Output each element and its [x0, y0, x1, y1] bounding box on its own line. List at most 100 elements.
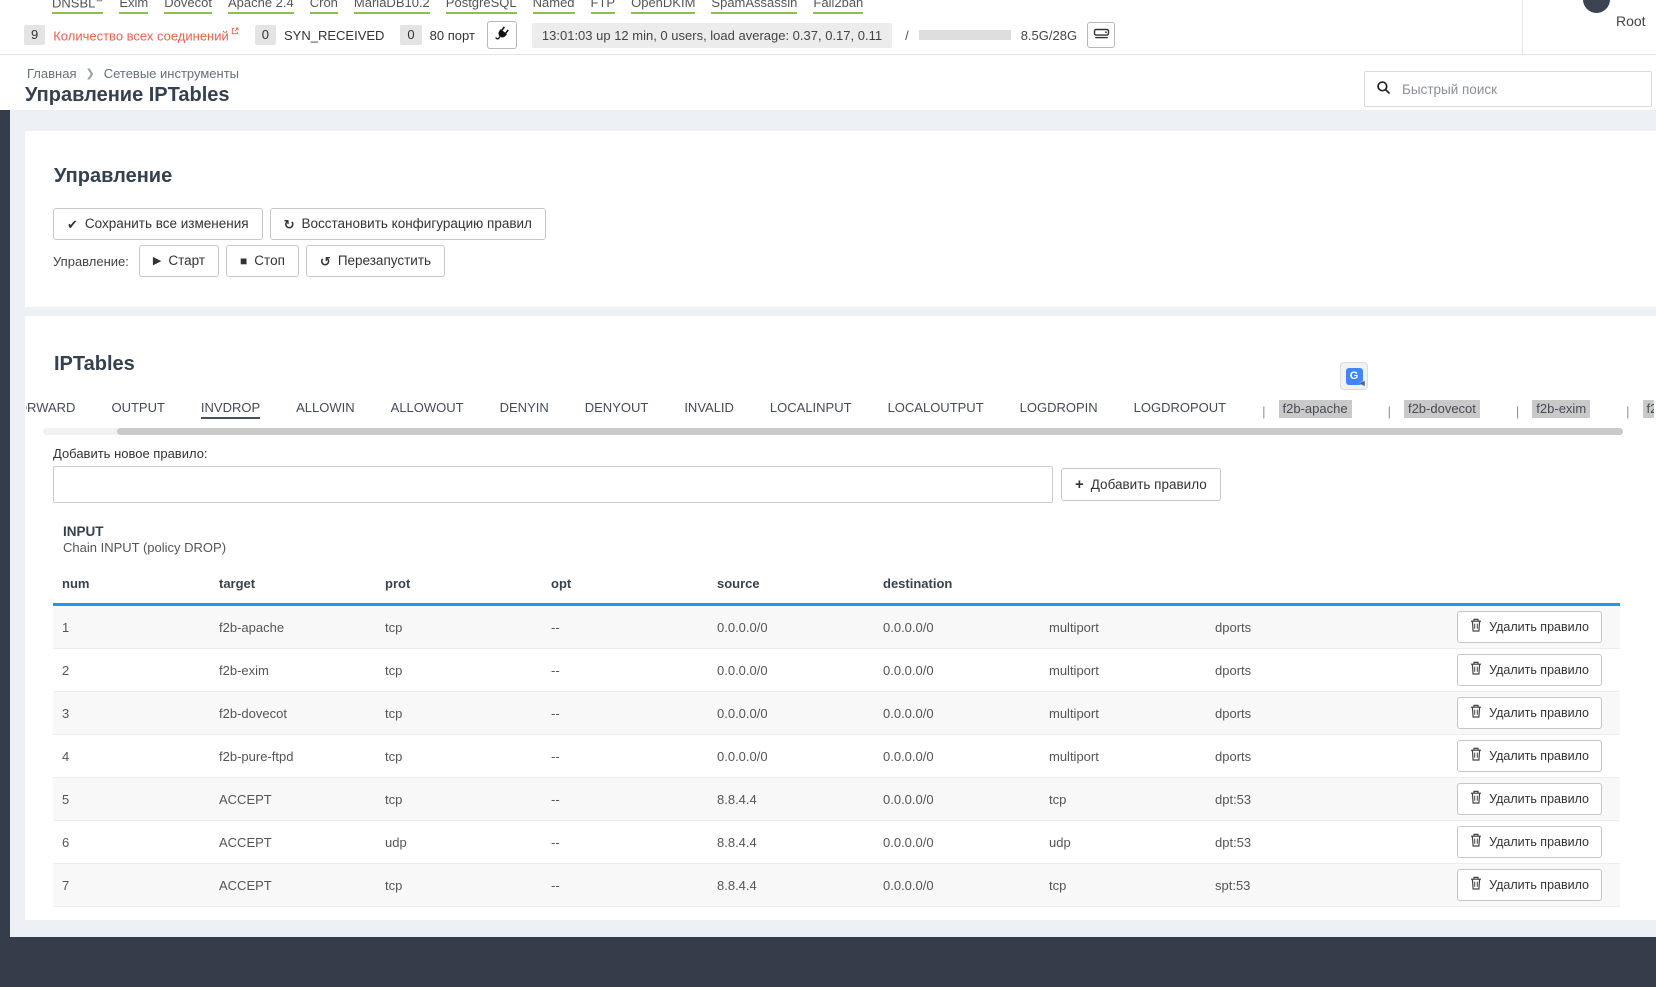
- tab-allowin[interactable]: ALLOWIN: [296, 400, 355, 419]
- service-link-dovecot[interactable]: Dovecot: [164, 0, 212, 14]
- tab-f2b-dovecot[interactable]: f2b-dovecot: [1404, 400, 1480, 418]
- cell-destination: 0.0.0.0/0: [883, 749, 1049, 764]
- add-rule-input[interactable]: [53, 466, 1053, 503]
- cell-prot: tcp: [385, 706, 551, 721]
- user-name[interactable]: Root: [1616, 13, 1646, 29]
- cell-destination: 0.0.0.0/0: [883, 706, 1049, 721]
- collapsed-sidebar[interactable]: [0, 110, 10, 987]
- table-row: 5 ACCEPT tcp -- 8.8.4.4 0.0.0.0/0 tcp dp…: [53, 778, 1620, 821]
- delete-rule-button[interactable]: Удалить правило: [1457, 654, 1602, 686]
- service-link-exim[interactable]: Exim: [119, 0, 148, 14]
- restart-button[interactable]: ↺ Перезапустить: [306, 245, 445, 277]
- service-link-named[interactable]: Named: [533, 0, 575, 14]
- cell-target: ACCEPT: [219, 792, 385, 807]
- cell-action: Удалить правило: [1457, 611, 1620, 643]
- service-link-mariadb10-2[interactable]: MariaDB10.2: [354, 0, 430, 14]
- header-divider: [1522, 0, 1523, 55]
- check-icon: ✔: [67, 218, 78, 231]
- column-header-opt: opt: [551, 576, 717, 591]
- management-heading: Управление: [54, 165, 172, 188]
- breadcrumb-home[interactable]: Главная: [27, 66, 76, 81]
- cell-prot: tcp: [385, 878, 551, 893]
- cell-target: f2b-pure-ftpd: [219, 749, 385, 764]
- cell-extra1: multiport: [1049, 706, 1215, 721]
- external-link-icon: [96, 0, 103, 4]
- service-link-apache-2-4[interactable]: Apache 2.4: [228, 0, 294, 14]
- cell-num: 3: [53, 706, 219, 721]
- tab-denyout[interactable]: DENYOUT: [585, 400, 649, 419]
- start-button[interactable]: ▶ Старт: [139, 245, 219, 277]
- services-row: DNSBL Exim Dovecot Apache 2.4 Cron Maria…: [52, 0, 863, 14]
- service-link-spamassassin[interactable]: SpamAssassin: [711, 0, 797, 14]
- delete-rule-button[interactable]: Удалить правило: [1457, 826, 1602, 858]
- chain-name: INPUT: [63, 524, 104, 539]
- save-all-button[interactable]: ✔ Сохранить все изменения: [53, 208, 263, 240]
- add-rule-button[interactable]: + Добавить правило: [1061, 468, 1221, 501]
- chain-description: Chain INPUT (policy DROP): [63, 540, 226, 555]
- cell-opt: --: [551, 835, 717, 850]
- tab-separator: |: [1516, 404, 1519, 419]
- tab-denyin[interactable]: DENYIN: [500, 400, 549, 419]
- delete-rule-button[interactable]: Удалить правило: [1457, 611, 1602, 643]
- control-label: Управление:: [53, 254, 129, 269]
- add-rule-label: Добавить новое правило:: [53, 446, 208, 461]
- cell-prot: udp: [385, 835, 551, 850]
- tab-logdropin[interactable]: LOGDROPIN: [1020, 400, 1098, 419]
- breadcrumb-section[interactable]: Сетевые инструменты: [104, 66, 239, 81]
- delete-rule-button[interactable]: Удалить правило: [1457, 783, 1602, 815]
- tabwrap-allowin: ALLOWIN: [296, 400, 355, 419]
- tabwrap-allowout: ALLOWOUT: [391, 400, 464, 419]
- iptables-heading: IPTables: [54, 353, 135, 376]
- cell-prot: tcp: [385, 792, 551, 807]
- cell-source: 0.0.0.0/0: [717, 620, 883, 635]
- user-avatar[interactable]: [1583, 0, 1610, 13]
- tab-f2b-exim[interactable]: f2b-exim: [1532, 400, 1590, 418]
- restore-config-button[interactable]: ↻ Восстановить конфигурацию правил: [270, 208, 546, 240]
- page-title: Управление IPTables: [25, 84, 230, 107]
- delete-rule-button[interactable]: Удалить правило: [1457, 740, 1602, 772]
- cell-source: 0.0.0.0/0: [717, 749, 883, 764]
- stop-button[interactable]: ■ Стоп: [226, 245, 299, 277]
- tabs-horizontal-scrollbar[interactable]: [43, 428, 1623, 435]
- tabwrap-localinput: LOCALINPUT: [770, 400, 852, 419]
- service-link-opendkim[interactable]: OpenDKIM: [631, 0, 695, 14]
- tab-separator: |: [1626, 404, 1629, 419]
- breadcrumb: Главная ❯ Сетевые инструменты: [27, 66, 239, 81]
- cell-extra2: dports: [1215, 749, 1381, 764]
- tab-forward[interactable]: FORWARD: [26, 400, 75, 419]
- connections-link[interactable]: Количество всех соединений: [53, 26, 239, 43]
- top-header: DNSBL Exim Dovecot Apache 2.4 Cron Maria…: [0, 0, 1656, 55]
- translate-button[interactable]: G◄: [1340, 362, 1368, 390]
- tab-f2b-pure-ftpd[interactable]: f2b-pure-ftpd: [1643, 400, 1654, 418]
- tabwrap-output: OUTPUT: [111, 400, 164, 419]
- disk-usage-button[interactable]: [1087, 22, 1115, 48]
- service-link-dnsbl[interactable]: DNSBL: [52, 0, 103, 14]
- connections-plug-button[interactable]: [487, 21, 517, 49]
- tab-output[interactable]: OUTPUT: [111, 400, 164, 419]
- cell-action: Удалить правило: [1457, 869, 1620, 901]
- delete-rule-button[interactable]: Удалить правило: [1457, 869, 1602, 901]
- cell-action: Удалить правило: [1457, 826, 1620, 858]
- service-link-postgresql[interactable]: PostgreSQL: [446, 0, 517, 14]
- tab-localinput[interactable]: LOCALINPUT: [770, 400, 852, 419]
- tab-allowout[interactable]: ALLOWOUT: [391, 400, 464, 419]
- trash-icon: [1470, 704, 1482, 722]
- scrollbar-thumb[interactable]: [117, 428, 1623, 435]
- column-header-destination: destination: [883, 576, 1049, 591]
- cell-extra2: dports: [1215, 663, 1381, 678]
- service-link-fail2ban[interactable]: Fail2ban: [813, 0, 863, 14]
- iptables-card: IPTables G◄ FORWARD OUTPUT INVDROP ALLOWIN A…: [25, 316, 1656, 920]
- cell-opt: --: [551, 792, 717, 807]
- tab-invdrop[interactable]: INVDROP: [201, 400, 260, 419]
- tab-invalid[interactable]: INVALID: [684, 400, 734, 419]
- cell-target: f2b-exim: [219, 663, 385, 678]
- service-link-cron[interactable]: Cron: [310, 0, 338, 14]
- tab-localoutput[interactable]: LOCALOUTPUT: [888, 400, 984, 419]
- search-input[interactable]: [1400, 81, 1640, 98]
- tab-logdropout[interactable]: LOGDROPOUT: [1134, 400, 1226, 419]
- tab-f2b-apache[interactable]: f2b-apache: [1279, 400, 1352, 418]
- delete-rule-button[interactable]: Удалить правило: [1457, 697, 1602, 729]
- tabwrap-invdrop: INVDROP: [201, 400, 260, 419]
- cell-prot: tcp: [385, 663, 551, 678]
- service-link-ftp[interactable]: FTP: [591, 0, 616, 14]
